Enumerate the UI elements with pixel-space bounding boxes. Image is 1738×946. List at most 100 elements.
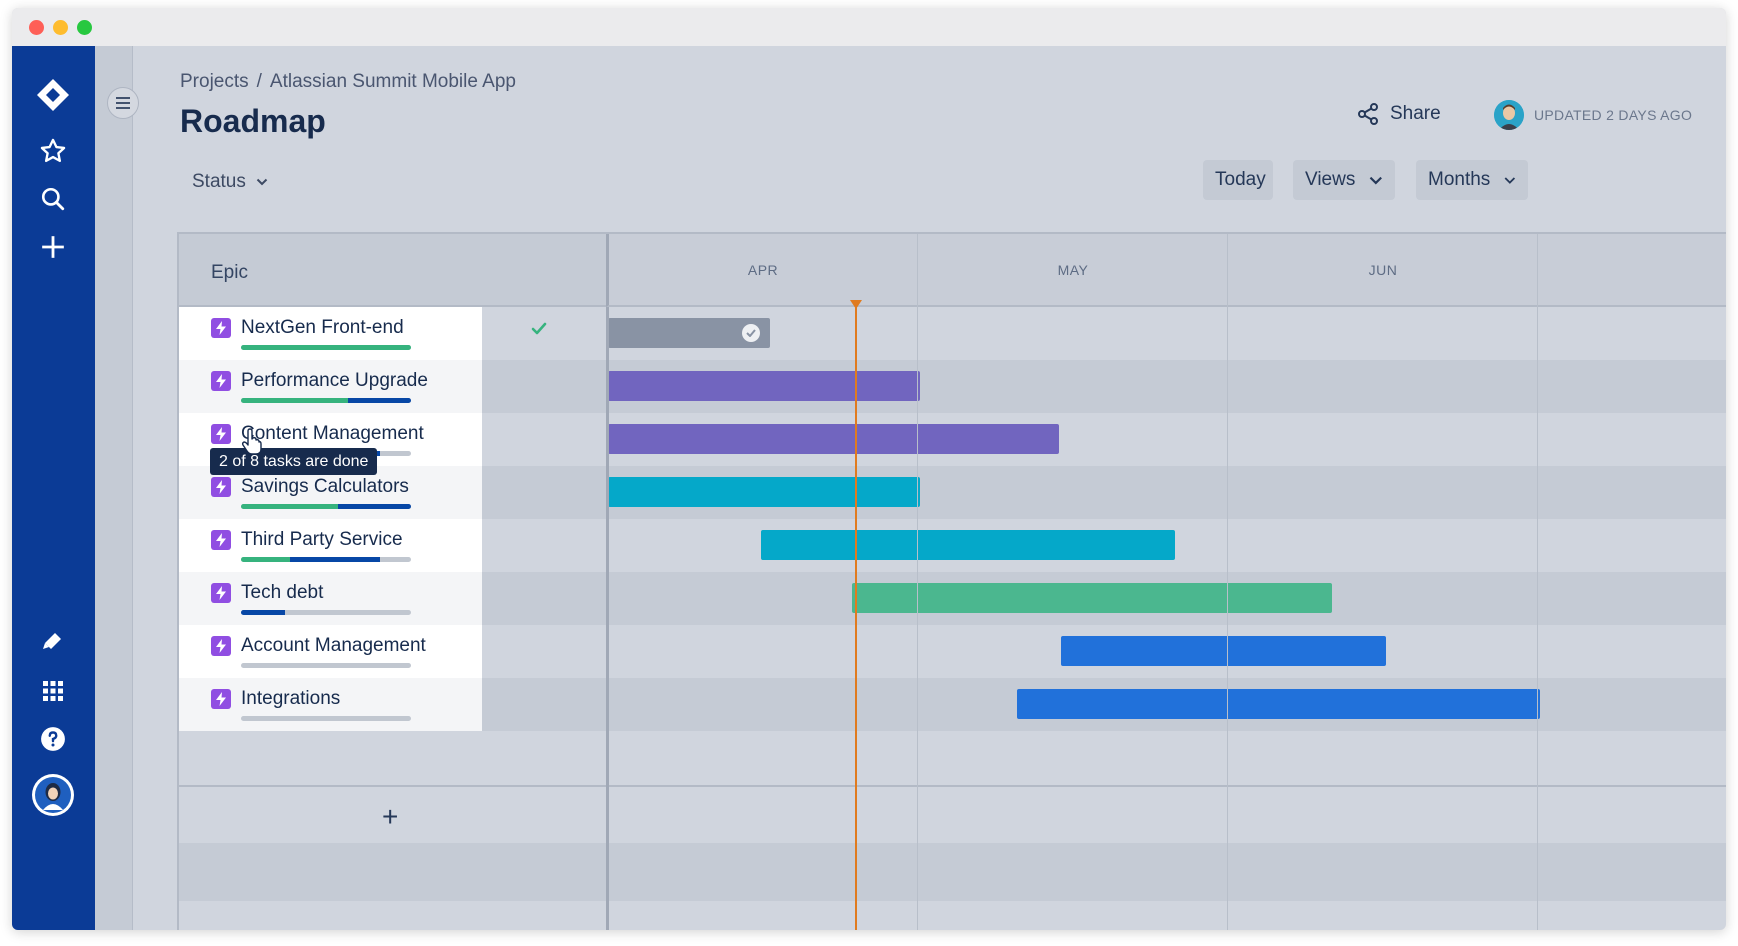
- roadmap-grid: Epic APR MAY JUN NextGen Front-end Perfor…: [177, 232, 1726, 930]
- epic-name[interactable]: NextGen Front-end: [241, 317, 404, 339]
- updated-text: UPDATED 2 DAYS AGO: [1534, 107, 1692, 123]
- status-filter-dropdown[interactable]: Status: [192, 171, 268, 193]
- today-button-label: Today: [1215, 169, 1266, 191]
- close-window-button[interactable]: [29, 20, 44, 35]
- jira-logo-icon[interactable]: [32, 74, 74, 116]
- breadcrumb-project-link[interactable]: Atlassian Summit Mobile App: [270, 71, 516, 92]
- epic-row[interactable]: Account Management: [179, 625, 1726, 678]
- chevron-down-icon: [1369, 176, 1383, 185]
- help-icon[interactable]: [32, 718, 74, 760]
- months-dropdown[interactable]: Months: [1416, 160, 1528, 200]
- epic-cell[interactable]: Performance Upgrade: [179, 360, 482, 413]
- epic-row[interactable]: Third Party Service: [179, 519, 1726, 572]
- app-window: Projects / Atlassian Summit Mobile App Roa…: [12, 8, 1726, 930]
- project-sidebar-collapsed: [95, 46, 133, 930]
- bar-complete-check-icon: [742, 324, 760, 342]
- epic-cell[interactable]: Account Management: [179, 625, 482, 678]
- epic-timeline-bar[interactable]: [761, 530, 1175, 560]
- epic-lightning-icon: [211, 477, 231, 497]
- chevron-down-icon: [1504, 176, 1516, 185]
- epic-lightning-icon: [211, 636, 231, 656]
- status-filter-label: Status: [192, 171, 246, 193]
- epic-timeline-bar[interactable]: [1061, 636, 1386, 666]
- epic-lightning-icon: [211, 424, 231, 444]
- epic-row[interactable]: Tech debt: [179, 572, 1726, 625]
- month-label-may: MAY: [1058, 262, 1089, 278]
- epic-timeline-bar[interactable]: [608, 371, 920, 401]
- progress-inprogress-segment: [241, 610, 285, 615]
- epic-row[interactable]: NextGen Front-end: [179, 307, 1726, 360]
- timeline-header: APR MAY JUN: [606, 234, 1726, 307]
- epic-progress-bar[interactable]: [241, 398, 411, 403]
- epic-cell[interactable]: Tech debt: [179, 572, 482, 625]
- epic-progress-bar[interactable]: [241, 610, 411, 615]
- epic-name[interactable]: Account Management: [241, 635, 426, 657]
- title-bar: [12, 8, 1726, 46]
- epic-row[interactable]: Content Management: [179, 413, 1726, 466]
- epic-timeline-bar[interactable]: [608, 477, 920, 507]
- epic-progress-bar[interactable]: [241, 663, 411, 668]
- today-button[interactable]: Today: [1203, 160, 1273, 200]
- epic-timeline-bar[interactable]: [608, 318, 770, 348]
- chevron-down-icon: [256, 178, 268, 186]
- sidebar-toggle-button[interactable]: [107, 87, 139, 119]
- menu-icon: [116, 97, 130, 109]
- breadcrumb-projects-link[interactable]: Projects: [180, 71, 249, 92]
- add-epic-row: +: [179, 785, 1726, 843]
- share-label: Share: [1390, 103, 1441, 125]
- progress-inprogress-segment: [290, 557, 380, 562]
- profile-avatar[interactable]: [32, 774, 74, 816]
- empty-row: [179, 843, 1726, 901]
- share-button[interactable]: Share: [1356, 102, 1441, 126]
- views-label: Views: [1305, 169, 1355, 191]
- epic-lightning-icon: [211, 530, 231, 550]
- last-updated: UPDATED 2 DAYS AGO: [1494, 100, 1692, 130]
- epic-name[interactable]: Third Party Service: [241, 529, 403, 551]
- epic-lightning-icon: [211, 689, 231, 709]
- epic-timeline-bar[interactable]: [608, 424, 1059, 454]
- epic-progress-bar[interactable]: [241, 716, 411, 721]
- progress-done-segment: [241, 345, 411, 350]
- create-plus-icon[interactable]: [32, 226, 74, 268]
- breadcrumb-separator: /: [257, 71, 262, 92]
- epic-name[interactable]: Integrations: [241, 688, 340, 710]
- month-divider: [1227, 234, 1228, 930]
- epic-column-header: Epic: [179, 234, 606, 307]
- month-label-apr: APR: [748, 262, 778, 278]
- epic-row[interactable]: Performance Upgrade: [179, 360, 1726, 413]
- epic-cell[interactable]: Third Party Service: [179, 519, 482, 572]
- progress-inprogress-segment: [348, 398, 411, 403]
- progress-done-segment: [241, 504, 338, 509]
- epic-cell[interactable]: NextGen Front-end: [179, 307, 482, 360]
- add-epic-button[interactable]: +: [382, 801, 398, 833]
- epic-progress-bar[interactable]: [241, 345, 411, 350]
- epic-name[interactable]: Content Management: [241, 423, 424, 445]
- views-dropdown[interactable]: Views: [1293, 160, 1395, 200]
- minimize-window-button[interactable]: [53, 20, 68, 35]
- column-divider[interactable]: [606, 307, 609, 930]
- epic-lightning-icon: [211, 371, 231, 391]
- epic-row[interactable]: Integrations: [179, 678, 1726, 731]
- months-label: Months: [1428, 169, 1490, 191]
- app-switcher-icon[interactable]: [32, 670, 74, 712]
- epic-progress-bar[interactable]: [241, 557, 411, 562]
- maximize-window-button[interactable]: [77, 20, 92, 35]
- megaphone-icon[interactable]: [32, 620, 74, 662]
- updater-avatar[interactable]: [1494, 100, 1524, 130]
- search-icon[interactable]: [32, 178, 74, 220]
- epic-row[interactable]: Savings Calculators: [179, 466, 1726, 519]
- star-icon[interactable]: [32, 130, 74, 172]
- epic-name[interactable]: Tech debt: [241, 582, 323, 604]
- epic-cell[interactable]: Integrations: [179, 678, 482, 731]
- epic-timeline-bar[interactable]: [852, 583, 1332, 613]
- month-divider: [1537, 234, 1538, 930]
- complete-check-icon: [531, 322, 547, 341]
- epic-name[interactable]: Performance Upgrade: [241, 370, 428, 392]
- breadcrumb: Projects / Atlassian Summit Mobile App: [180, 71, 516, 93]
- epic-lightning-icon: [211, 318, 231, 338]
- epic-timeline-bar[interactable]: [1017, 689, 1540, 719]
- page-title: Roadmap: [180, 103, 326, 140]
- today-line: [855, 304, 857, 930]
- epic-progress-bar[interactable]: [241, 504, 411, 509]
- epic-name[interactable]: Savings Calculators: [241, 476, 409, 498]
